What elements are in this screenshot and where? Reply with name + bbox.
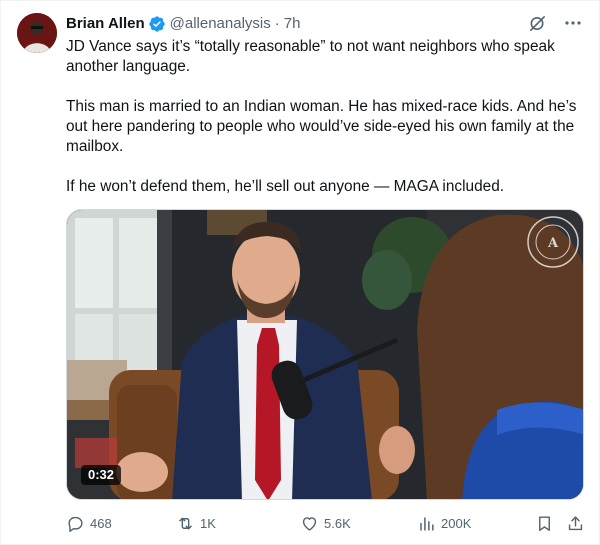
tweet-paragraph-2: This man is married to an Indian woman. … [66,98,581,155]
video-frame: A [67,210,583,499]
more-horizontal-icon[interactable] [563,13,583,33]
reply-button[interactable]: 468 [66,514,112,533]
grok-icon[interactable] [527,13,547,33]
tweet-timestamp[interactable]: 7h [284,14,301,34]
retweet-count: 1K [200,515,216,531]
verified-badge-icon [148,15,166,33]
separator-dot: · [274,15,280,32]
video-duration-badge: 0:32 [81,465,122,485]
views-button[interactable]: 200K [417,514,471,533]
bookmark-icon [535,514,554,533]
share-icon [566,514,585,533]
retweet-icon [176,514,195,533]
author-name[interactable]: Brian Allen [66,14,145,34]
views-icon [417,514,436,533]
author-handle[interactable]: @allenanalysis [170,14,271,34]
tweet-paragraph-3: If he won’t defend them, he’ll sell out … [66,178,505,195]
svg-text:A: A [547,236,559,251]
reply-count: 468 [90,515,112,531]
reply-icon [66,514,85,533]
tweet-text: JD Vance says it’s “totally reasonable” … [66,37,588,217]
video-player[interactable]: A 0:32 [66,209,584,500]
tweet-paragraph-1: JD Vance says it’s “totally reasonable” … [66,38,560,75]
views-count: 200K [441,515,472,531]
tweet-card[interactable]: Brian Allen @allenanalysis · 7h JD Vance… [0,0,600,545]
like-count: 5.6K [324,515,351,531]
bookmark-button[interactable] [535,514,559,533]
tweet-actions-bar: 468 1K 5.6K 200K [66,512,583,534]
like-button[interactable]: 5.6K [300,514,351,533]
tweet-header: Brian Allen @allenanalysis · 7h [66,14,583,34]
heart-icon [300,514,319,533]
share-button[interactable] [566,514,590,533]
retweet-button[interactable]: 1K [176,514,216,533]
author-avatar[interactable] [17,13,57,53]
